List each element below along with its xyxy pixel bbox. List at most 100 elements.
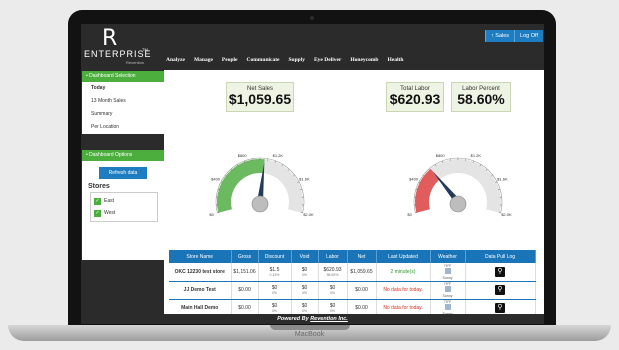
table-row: JJ Demo Test $0.00 $0 0% $0 0% $0 0% $0.00 No dat… xyxy=(169,281,536,300)
col-header-void[interactable]: Void xyxy=(291,250,319,263)
nav-analyze[interactable]: Analyze xyxy=(166,57,185,63)
weather-icon xyxy=(444,267,451,274)
cell-weather: 79°FSunny xyxy=(430,263,466,282)
labor-gauge-svg: $0 $400 $800 $1.2K $1.6K $2.0K xyxy=(407,153,512,217)
sidebar-item-per-location[interactable]: Per Location xyxy=(82,121,164,134)
search-icon[interactable]: ⚲ xyxy=(495,285,505,295)
weather-label: Sunny xyxy=(442,275,453,280)
kpi-value: $620.93 xyxy=(389,91,441,107)
logo-tm: TM xyxy=(142,47,148,52)
nav-manage[interactable]: Manage xyxy=(194,57,213,63)
check-icon[interactable]: ✓ xyxy=(94,209,101,217)
device-brand: MacBook xyxy=(294,331,325,338)
nav-honeycomb[interactable]: Honeycomb xyxy=(350,57,378,63)
labor-pct: 0% xyxy=(329,291,336,295)
store-west-row[interactable]: ✓ West xyxy=(94,207,154,219)
logo-sub: Revention xyxy=(126,60,145,65)
store-list: ✓ East ✓ West xyxy=(90,192,158,222)
gauge-tick-label: $2.0K xyxy=(303,212,314,217)
main-nav: Analyze Manage People Communicate Supply… xyxy=(166,57,403,63)
sidebar-item-summary[interactable]: Summary xyxy=(82,108,164,121)
labor-gauge: $0 $400 $800 $1.2K $1.6K $2.0K xyxy=(402,148,514,227)
gauge-tick-label: $1.6K xyxy=(497,177,508,182)
cell-void: $0 0% xyxy=(291,281,319,300)
nav-supply[interactable]: Supply xyxy=(289,57,306,63)
void-pct: 0% xyxy=(301,291,308,295)
dashboard-main: Net Sales $1,059.65 Total Labor $620.93 … xyxy=(164,70,544,324)
check-icon[interactable]: ✓ xyxy=(94,197,101,205)
cell-store: OKC 12230 test store xyxy=(169,263,232,282)
top-button-group: ↑ Sales Log Off xyxy=(485,30,543,42)
store-east-row[interactable]: ✓ East xyxy=(94,195,154,207)
nav-people[interactable]: People xyxy=(222,57,238,63)
total-labor-card: Total Labor $620.93 xyxy=(386,82,444,112)
revention-link[interactable]: Revention Inc. xyxy=(310,316,348,322)
app-screen: R ENTERPRISE TM Revention Analyze Manage… xyxy=(81,24,544,324)
sidebar-item-today[interactable]: Today xyxy=(82,82,164,95)
void-value: $0 xyxy=(301,266,308,273)
sales-button[interactable]: ↑ Sales xyxy=(485,30,515,42)
discount-pct: 0% xyxy=(271,309,278,313)
enterprise-logo[interactable]: R ENTERPRISE TM Revention xyxy=(84,28,164,66)
gauge-tick-label: $1.2K xyxy=(471,153,482,158)
cell-void: $0 0% xyxy=(291,263,319,282)
cell-discount: $0 0% xyxy=(258,281,292,300)
gauge-tick-label: $1.2K xyxy=(273,153,284,158)
sidebar-item-13-month-sales[interactable]: 13 Month Sales xyxy=(82,95,164,108)
col-header-net[interactable]: Net xyxy=(347,250,377,263)
table-row: OKC 12230 test store $1,151.06 $1.5 0.13% $0… xyxy=(169,263,536,282)
cell-net: $0.00 xyxy=(347,281,377,300)
gauge-fill xyxy=(415,168,440,213)
nav-health[interactable]: Health xyxy=(387,57,403,63)
gauge-tick-label: $2.0K xyxy=(501,212,512,217)
logo-letter: R xyxy=(102,26,118,51)
dashboard-selection-panel: • Dashboard Selection Today 13 Month Sal… xyxy=(82,71,164,134)
net-sales-gauge: $0 $400 $800 $1.2K $1.6K $2.0K xyxy=(204,148,316,227)
col-header-weather[interactable]: Weather xyxy=(430,250,466,263)
base-notch xyxy=(270,325,350,330)
cell-labor: $620.93 58.59% xyxy=(318,263,348,282)
dashboard-options-header[interactable]: • Dashboard Options xyxy=(82,150,164,161)
cell-last-updated: No data for today. xyxy=(376,281,431,300)
search-icon[interactable]: ⚲ xyxy=(495,266,505,277)
cell-weather: 79°FSunny xyxy=(430,281,466,300)
col-header-gross[interactable]: Gross xyxy=(231,250,259,263)
search-icon[interactable]: ⚲ xyxy=(495,303,505,313)
gauge-hub xyxy=(251,195,269,213)
gauge-hub xyxy=(449,195,467,213)
stores-title: Stores xyxy=(88,183,110,190)
col-header-labor[interactable]: Labor xyxy=(318,250,348,263)
cell-discount: $1.5 0.13% xyxy=(258,263,292,282)
col-header-data-pull-log[interactable]: Data Pull Log xyxy=(465,250,536,263)
col-header-last-updated[interactable]: Last Updated xyxy=(376,250,431,263)
discount-value: $1.5 xyxy=(269,266,280,273)
kpi-value: 58.60% xyxy=(457,91,505,107)
cell-net: $1,059.65 xyxy=(347,263,377,282)
sidebar: • Dashboard Selection Today 13 Month Sal… xyxy=(81,70,164,324)
cell-gross: $0.00 xyxy=(231,281,259,300)
col-header-store[interactable]: Store Name xyxy=(169,250,232,263)
gauge-tick-label: $800 xyxy=(238,153,248,158)
logout-button[interactable]: Log Off xyxy=(514,30,543,42)
refresh-data-button[interactable]: Refresh data xyxy=(99,167,147,179)
weather-label: Sunny xyxy=(442,294,453,298)
weather-icon xyxy=(444,304,451,310)
dashboard-selection-header[interactable]: • Dashboard Selection xyxy=(82,71,164,82)
gauge-tick-label: $0 xyxy=(407,212,412,217)
labor-pct: 58.59% xyxy=(326,272,339,277)
camera-dot xyxy=(310,16,314,20)
discount-pct: 0% xyxy=(271,291,278,295)
dashboard-options-panel: • Dashboard Options Refresh data Stores … xyxy=(82,150,164,260)
net-sales-card: Net Sales $1,059.65 xyxy=(226,82,294,112)
cell-data-pull-log: ⚲ xyxy=(465,263,536,282)
col-header-discount[interactable]: Discount xyxy=(258,250,292,263)
nav-communicate[interactable]: Communicate xyxy=(247,57,280,63)
labor-value: $620.93 xyxy=(323,266,342,273)
gauge-tick-label: $0 xyxy=(209,212,214,217)
weather-icon xyxy=(444,286,451,292)
gauge-tick-label: $800 xyxy=(436,153,446,158)
nav-eye-deliver[interactable]: Eye Deliver xyxy=(314,57,341,63)
cell-labor: $0 0% xyxy=(318,281,348,300)
table-header-row: Store Name Gross Discount Void Labor Net… xyxy=(169,250,536,263)
kpi-value: $1,059.65 xyxy=(228,91,292,107)
